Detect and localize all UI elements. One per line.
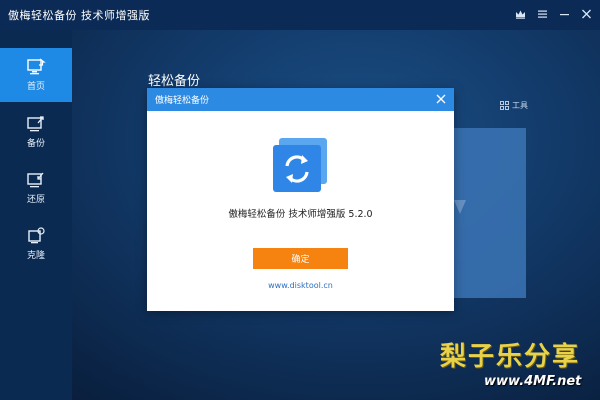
sidebar: 首页 备份 还原 克隆 [0, 30, 72, 400]
title-bar: 傲梅轻松备份 技术师增强版 [0, 0, 600, 30]
sidebar-item-label: 备份 [26, 139, 45, 149]
grid-icon [500, 101, 509, 110]
sidebar-item-home[interactable]: 首页 [0, 48, 72, 102]
version-text: 傲梅轻松备份 技术师增强版 5.2.0 [228, 209, 373, 220]
sidebar-item-clone[interactable]: 克隆 [0, 217, 72, 271]
watermark-title: 梨子乐分享 [440, 342, 581, 372]
backup-icon [27, 116, 44, 132]
window-title: 傲梅轻松备份 技术师增强版 [8, 9, 150, 22]
crown-icon[interactable] [510, 5, 530, 25]
tools-button[interactable]: 工具 [500, 100, 528, 111]
minimize-icon[interactable] [554, 5, 574, 25]
tools-label: 工具 [512, 101, 528, 110]
sidebar-item-label: 克隆 [26, 251, 45, 261]
restore-icon [27, 172, 44, 188]
dropdown-arrow-icon [454, 200, 466, 214]
home-icon [27, 58, 46, 75]
app-window: 傲梅轻松备份 技术师增强版 首页 备份 还原 克隆 轻松备份 工具 傲梅轻松备份… [0, 0, 600, 400]
watermark-url: www.4MF.net [484, 374, 582, 389]
sidebar-item-label: 首页 [26, 82, 45, 92]
dialog-close-icon[interactable] [433, 91, 449, 107]
website-link[interactable]: www.disktool.cn [147, 281, 454, 290]
page-title: 轻松备份 [148, 74, 201, 89]
app-logo-icon [273, 138, 327, 192]
sidebar-item-backup[interactable]: 备份 [0, 105, 72, 159]
clone-icon [28, 227, 45, 244]
watermark: 梨子乐分享 www.4MF.net [424, 336, 600, 400]
background-card [454, 128, 526, 298]
dialog-title: 傲梅轻松备份 [155, 96, 210, 106]
ok-button[interactable]: 确定 [253, 248, 348, 269]
sidebar-item-label: 还原 [26, 195, 45, 205]
sidebar-item-restore[interactable]: 还原 [0, 161, 72, 215]
dialog-header: 傲梅轻松备份 [147, 88, 454, 111]
about-dialog: 傲梅轻松备份 傲梅轻松备份 技术师增强版 5.2.0 确定 www.diskto… [147, 88, 454, 311]
menu-icon[interactable] [532, 5, 552, 25]
close-icon[interactable] [576, 5, 596, 25]
